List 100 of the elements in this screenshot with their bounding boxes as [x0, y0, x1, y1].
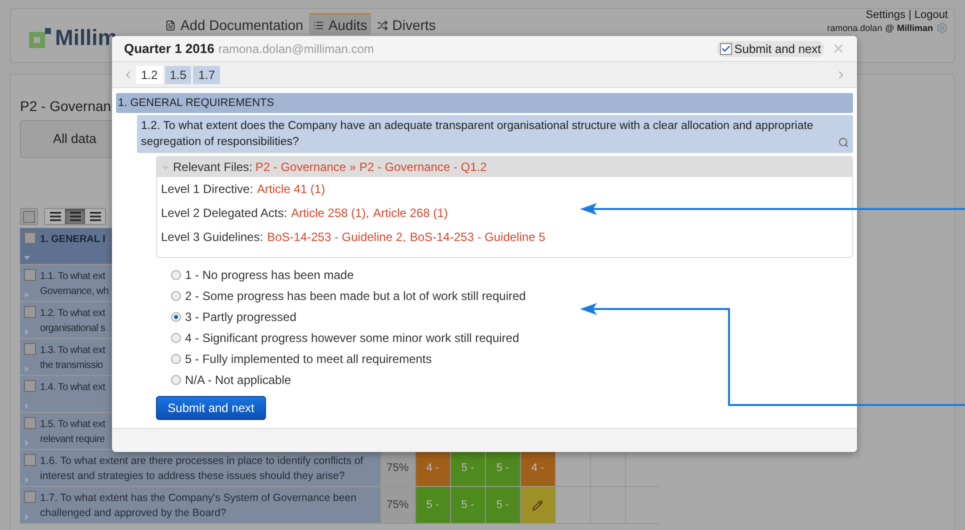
logout-link[interactable]: Logout [914, 9, 948, 22]
question-text: interest and strategies to address these issues should they arise? [40, 469, 346, 484]
caret-right-icon[interactable] [24, 440, 30, 446]
relevant-files-link[interactable]: P2 - Governance » P2 - Governance - Q1.2 [255, 158, 487, 176]
checkbox[interactable] [24, 306, 36, 318]
align-button[interactable] [45, 209, 65, 224]
shuffle-icon [377, 20, 388, 30]
pencil-icon [532, 500, 544, 510]
question-text: the transmissio [40, 359, 104, 373]
question-text: 1.6. To what extent are there processes in place to identify conflicts of [40, 454, 364, 469]
radio[interactable] [171, 290, 181, 300]
align-icon [90, 212, 100, 221]
question-text: Governance, wh [40, 285, 109, 299]
search-icon[interactable] [838, 137, 849, 148]
question-row[interactable]: 1.7. To what extent has the Company's System of Governance been challenged and approved by the Board? [20, 487, 380, 523]
nav-tab[interactable]: Audits [309, 13, 372, 35]
settings-icon[interactable] [936, 22, 948, 34]
list-icon [313, 20, 324, 30]
score-cell[interactable]: 4 - [414, 450, 450, 486]
radio[interactable] [171, 354, 181, 364]
article-link[interactable]: Article 268 (1) [373, 204, 448, 222]
score-cell[interactable]: 5 - [450, 487, 485, 523]
question-tab[interactable]: 1.7 [193, 66, 220, 84]
score-cell[interactable]: 5 - [414, 487, 450, 523]
caret-right-icon[interactable] [24, 477, 30, 483]
checked-checkbox[interactable] [720, 42, 732, 54]
question-row[interactable]: 1.6. To what extent are there processes in place to identify conflicts of interest and strategies to address these issues should they arise? [20, 450, 380, 486]
caret-right-icon[interactable] [24, 292, 30, 298]
close-icon[interactable] [832, 42, 845, 55]
submit-toggle[interactable]: Submit and next [717, 40, 824, 56]
question-text: 1.5. To what ext [40, 418, 106, 432]
at-sign: @ [885, 22, 894, 34]
align-button[interactable] [85, 209, 105, 224]
article-link[interactable]: Article 258 (1), [291, 204, 370, 222]
logo-icon [29, 28, 51, 48]
settings-link[interactable]: Settings [866, 9, 906, 22]
select-all-button[interactable] [20, 208, 38, 225]
caret-right-icon[interactable] [24, 403, 30, 409]
caret-right-icon[interactable] [24, 329, 30, 335]
option-label: 1 - No progress has been made [185, 266, 354, 284]
level-label: Level 1 Directive: [161, 181, 254, 198]
checkbox[interactable] [24, 417, 36, 429]
score-cell[interactable]: 5 - [484, 487, 520, 523]
article-link[interactable]: BoS-14-253 - Guideline 2, [267, 228, 406, 246]
selected-radio[interactable] [171, 312, 181, 322]
question-text: 1.2. To what ext [40, 307, 106, 321]
question-text: relevant require [40, 433, 106, 447]
level-label: Level 3 Guidelines: [161, 229, 264, 246]
score-cell[interactable]: 5 - [484, 450, 520, 486]
caret-down-icon[interactable] [24, 255, 30, 261]
user-name: ramona.dolan [827, 22, 882, 34]
score-cell[interactable]: 4 - [520, 450, 555, 486]
percent-value: 75% [386, 498, 409, 513]
checkbox[interactable] [23, 210, 35, 222]
article-link[interactable]: Article 41 (1) [257, 180, 326, 198]
checkbox[interactable] [24, 269, 36, 281]
percent-value: 75% [386, 460, 409, 476]
checkbox[interactable] [24, 491, 36, 503]
checkbox[interactable] [24, 380, 36, 392]
submit-button[interactable]: Submit and next [156, 396, 266, 420]
checkbox[interactable] [24, 343, 36, 355]
article-link[interactable]: BoS-14-253 - Guideline 5 [410, 228, 546, 246]
checkbox[interactable] [24, 454, 36, 466]
option-label: 5 - Fully implemented to meet all requirements [185, 350, 432, 368]
dialog-user: ramona.dolan@milliman.com [218, 40, 374, 58]
option-label: 3 - Partly progressed [185, 308, 296, 326]
question-text: 1.2. To what extent does the Company have an adequate transparent organisational structure with a clear allocation and appropriate segregation of responsibilities? [141, 119, 814, 150]
question-text: 1.1. To what ext [40, 270, 106, 284]
org-name: Milliman [896, 22, 933, 34]
level-label: Level 2 Delegated Acts: [161, 205, 288, 222]
radio[interactable] [171, 374, 181, 384]
nav-tab[interactable]: Add Documentation [161, 13, 308, 35]
nav-tab[interactable]: Diverts [373, 13, 440, 35]
radio[interactable] [171, 270, 181, 280]
align-button[interactable] [65, 209, 85, 224]
align-icon [70, 212, 80, 221]
question-tab[interactable]: 1.5 [164, 66, 192, 84]
question-text: 1.3. To what ext [40, 344, 106, 358]
question-text: 1.7. To what extent has the Company's System of Governance been [40, 491, 356, 506]
question-tab[interactable]: 1.2 [136, 66, 163, 84]
option-label: N/A - Not applicable [185, 372, 292, 388]
align-icon [50, 212, 60, 221]
caret-right-icon[interactable] [24, 366, 30, 372]
checkbox[interactable] [24, 232, 36, 244]
option-label: 2 - Some progress has been made but a lot of work still required [185, 288, 526, 304]
radio[interactable] [171, 332, 181, 342]
question-text: organisational s [40, 322, 106, 336]
question-text: challenged and approved by the Board? [40, 506, 228, 521]
section-header: 1. GENERAL REQUIREMENTS [116, 93, 853, 113]
page-title: P2 - Governan [20, 98, 112, 114]
relevant-files-label: Relevant Files: [173, 159, 252, 176]
caret-right-icon[interactable] [24, 514, 30, 520]
link-separator: | [908, 9, 912, 22]
file-icon [165, 20, 176, 30]
section-title: 1. GENERAL I [40, 233, 106, 247]
score-cell[interactable] [520, 487, 555, 523]
dialog-title: Quarter 1 2016 [124, 40, 214, 58]
score-cell[interactable]: 5 - [450, 450, 485, 486]
question-text: 1.4. To what ext [40, 381, 106, 395]
option-label: 4 - Significant progress however some minor work still required [185, 330, 520, 346]
